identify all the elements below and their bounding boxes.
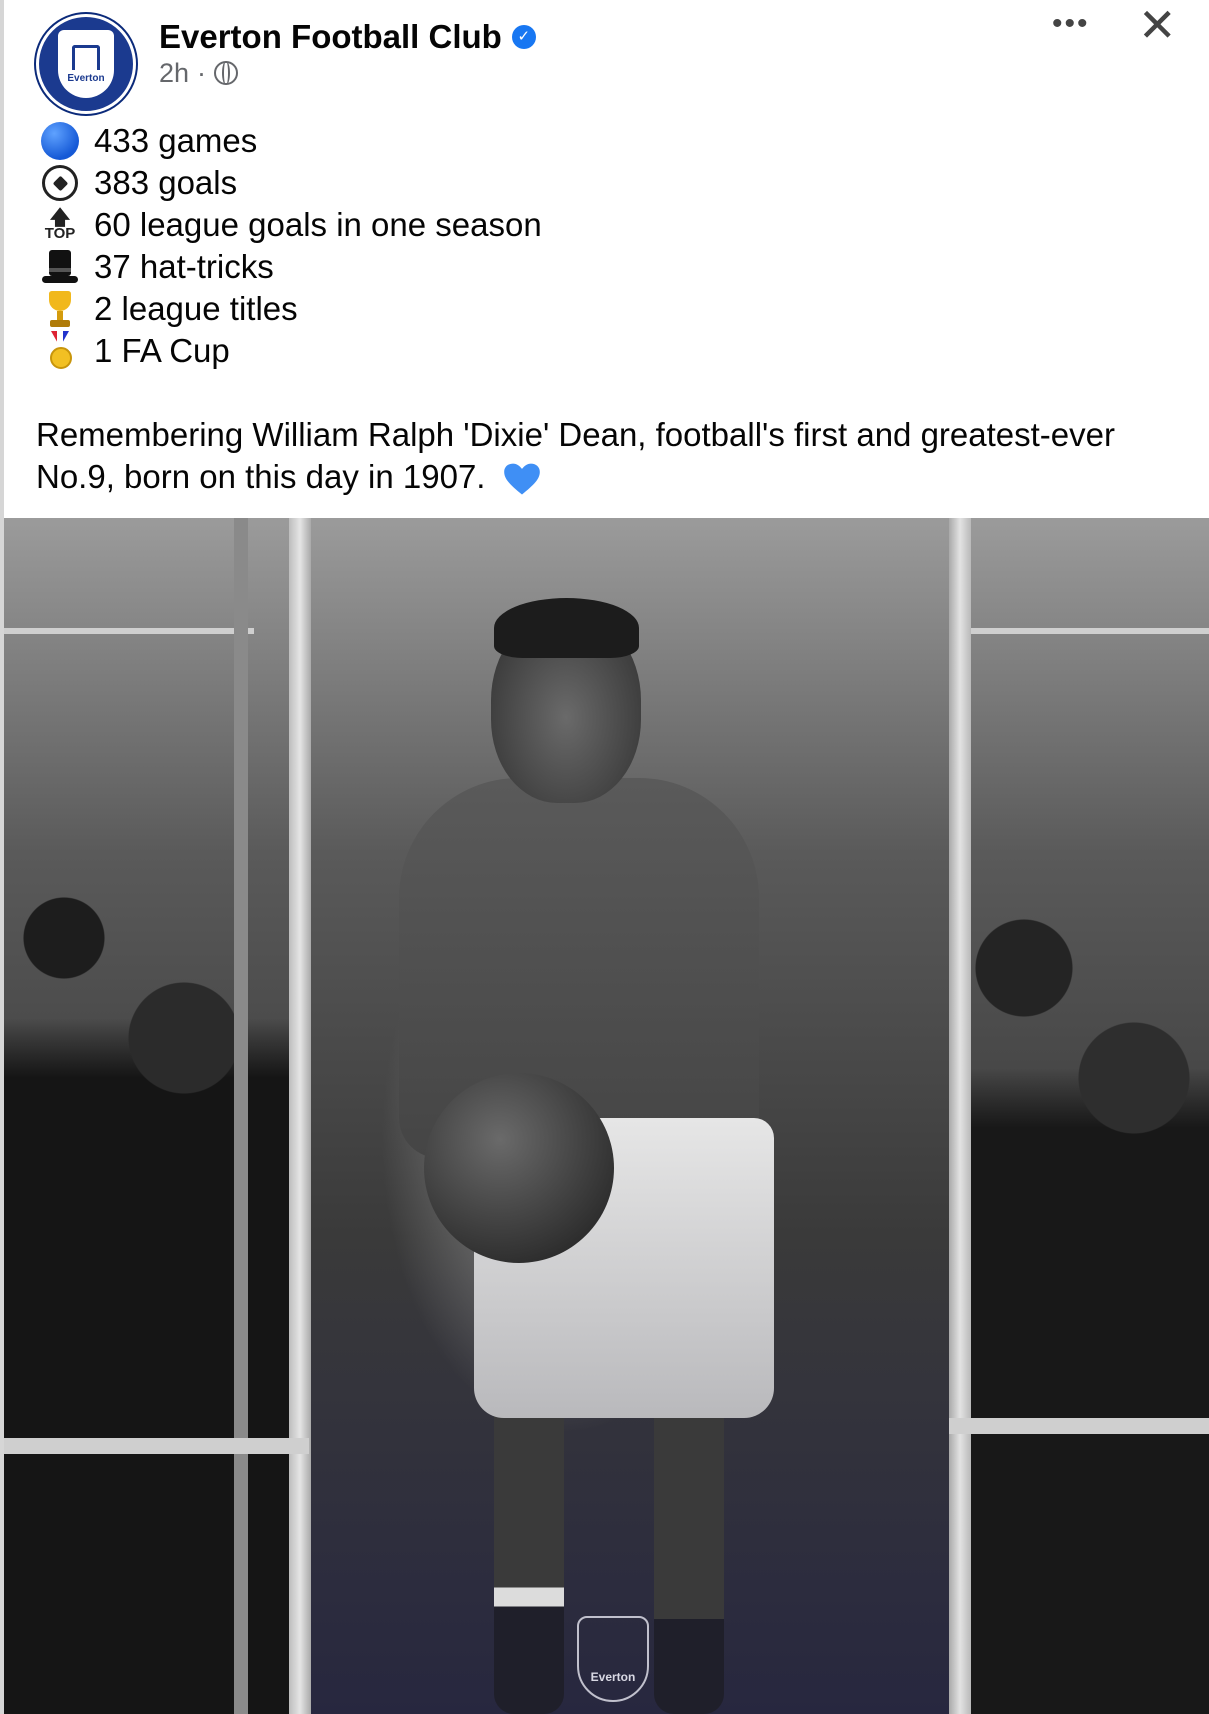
soccer-ball-icon: [40, 163, 80, 203]
post-photo[interactable]: Everton: [4, 518, 1209, 1714]
stat-text: 1 FA Cup: [94, 332, 230, 369]
player-hair: [494, 598, 639, 658]
globe-icon: [214, 61, 239, 85]
top-label: TOP: [44, 225, 76, 242]
post-caption: Remembering William Ralph 'Dixie' Dean, …: [36, 414, 1166, 498]
crowd-right: [964, 808, 1209, 1714]
stat-item: 433 games: [40, 120, 542, 162]
stat-item: 383 goals: [40, 162, 542, 204]
tunnel-arch-left: [4, 538, 254, 634]
stat-text: 433 games: [94, 122, 258, 159]
top-hat-icon: [40, 247, 80, 287]
watermark-text: Everton: [590, 1670, 636, 1684]
club-crest-watermark-icon: Everton: [577, 1616, 649, 1702]
author-name-text: Everton Football Club: [159, 18, 502, 55]
author-name[interactable]: Everton Football Club ✓: [159, 16, 536, 58]
caption-text: Remembering William Ralph 'Dixie' Dean, …: [36, 416, 1115, 495]
tunnel-post: [234, 518, 248, 1714]
stat-text: 37 hat-tricks: [94, 248, 274, 285]
player-leg: [494, 1398, 564, 1714]
stat-item: 1 FA Cup: [40, 330, 542, 372]
stat-text: 60 league goals in one season: [94, 206, 542, 243]
stats-list: 433 games 383 goals 🡅 TOP 60 league goals…: [40, 120, 542, 372]
avatar[interactable]: Everton: [36, 14, 136, 114]
medal-icon: [40, 331, 80, 371]
stat-text: 2 league titles: [94, 290, 298, 327]
tunnel-rail: [4, 1438, 309, 1454]
football: [424, 1073, 614, 1263]
blue-heart-icon: [503, 463, 540, 495]
club-crest-icon: Everton: [58, 30, 114, 98]
tunnel-rail: [949, 1418, 1209, 1434]
stat-item: 2 league titles: [40, 288, 542, 330]
player-leg: [654, 1398, 724, 1714]
tunnel-post: [949, 518, 971, 1714]
trophy-icon: [40, 289, 80, 329]
stat-item: 🡅 TOP 60 league goals in one season: [40, 204, 542, 246]
stat-text: 383 goals: [94, 164, 238, 201]
meta-separator: ·: [197, 58, 207, 88]
blue-circle-icon: [40, 121, 80, 161]
close-button[interactable]: ✕: [1138, 2, 1177, 48]
more-options-button[interactable]: •••: [1052, 4, 1090, 44]
post-time[interactable]: 2h: [159, 56, 189, 90]
stat-item: 37 hat-tricks: [40, 246, 542, 288]
tunnel-arch-right: [964, 538, 1209, 634]
verified-badge-icon: ✓: [511, 25, 536, 49]
top-arrow-icon: 🡅 TOP: [44, 207, 76, 242]
tunnel-post: [289, 518, 311, 1714]
crest-text: Everton: [67, 72, 105, 84]
post-meta: 2h ·: [159, 56, 239, 90]
